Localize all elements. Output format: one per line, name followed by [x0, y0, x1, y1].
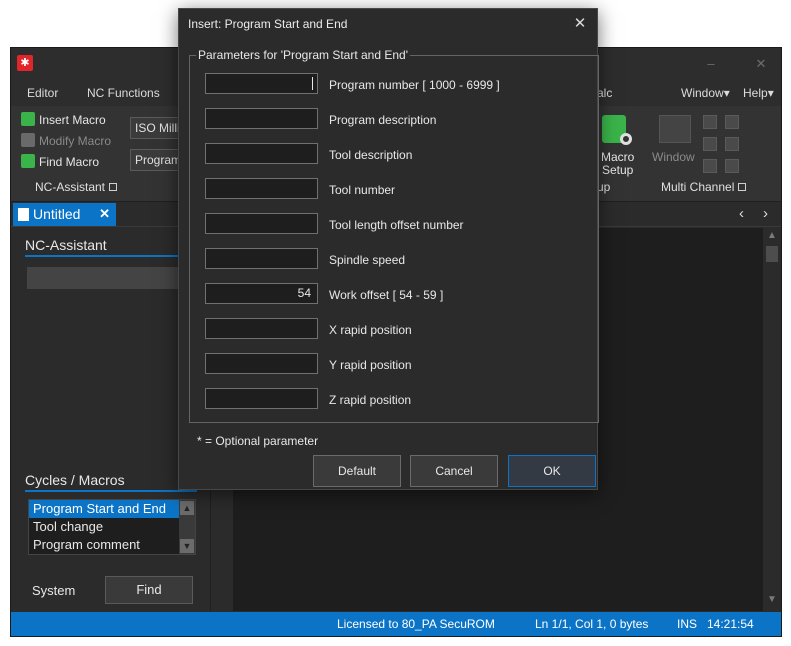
multi-channel-launcher-icon[interactable]	[738, 183, 747, 191]
z-rapid-label: Z rapid position	[329, 393, 412, 407]
scroll-up-icon[interactable]: ▲	[765, 230, 779, 244]
scroll-down-icon[interactable]: ▼	[180, 539, 194, 553]
scroll-up-icon[interactable]: ▲	[180, 501, 194, 515]
license-status: Licensed to 80_PA SecuROM	[337, 617, 495, 631]
cursor-position: Ln 1/1, Col 1, 0 bytes	[535, 617, 649, 631]
work-offset-input[interactable]: 54	[205, 283, 318, 304]
list-item[interactable]: Program Start and End	[29, 500, 179, 518]
menu-help[interactable]: Help▾	[743, 86, 774, 100]
modify-macro-icon	[21, 133, 35, 147]
close-tab-icon[interactable]: ✕	[99, 206, 110, 222]
nc-assistant-filter[interactable]	[27, 267, 197, 289]
menu-window[interactable]: Window▾	[681, 86, 730, 100]
find-button[interactable]: Find	[105, 576, 193, 604]
multi-channel-icon-4[interactable]	[725, 137, 739, 151]
spindle-speed-input[interactable]	[205, 248, 318, 269]
parameters-legend: Parameters for 'Program Start and End'	[196, 48, 411, 62]
y-rapid-label: Y rapid position	[329, 358, 412, 372]
menu-window-label: Window	[681, 86, 724, 100]
multi-channel-group-label: Multi Channel	[661, 180, 747, 194]
scroll-thumb[interactable]	[766, 246, 778, 262]
menu-editor[interactable]: Editor	[27, 86, 58, 100]
x-rapid-label: X rapid position	[329, 323, 412, 337]
status-bar: Licensed to 80_PA SecuROM Ln 1/1, Col 1,…	[11, 612, 781, 636]
document-icon	[18, 208, 29, 221]
x-rapid-input[interactable]	[205, 318, 318, 339]
menu-nc-functions[interactable]: NC Functions	[87, 86, 160, 100]
tool-number-input[interactable]	[205, 178, 318, 199]
tab-next-icon[interactable]: ›	[763, 205, 768, 222]
optional-parameter-note: * = Optional parameter	[197, 434, 319, 448]
multi-channel-icon-3[interactable]	[703, 137, 717, 151]
group-launcher-icon[interactable]	[109, 183, 118, 191]
tool-description-input[interactable]	[205, 143, 318, 164]
close-window-icon[interactable]: ✕	[751, 54, 771, 74]
dialog-titlebar: Insert: Program Start and End ✕	[179, 9, 597, 39]
list-scrollbar[interactable]: ▲ ▼	[179, 500, 195, 554]
minimize-icon[interactable]: –	[701, 54, 721, 74]
tool-length-offset-label: Tool length offset number	[329, 218, 464, 232]
ok-button[interactable]: OK	[508, 455, 596, 487]
insert-macro-label: Insert Macro	[39, 113, 106, 127]
cycles-list[interactable]: Program Start and End Tool change Progra…	[28, 499, 196, 555]
tool-length-offset-input[interactable]	[205, 213, 318, 234]
find-macro-icon	[21, 154, 35, 168]
list-item[interactable]: Program comment	[29, 536, 179, 554]
multi-channel-icon-6[interactable]	[725, 159, 739, 173]
menu-calc[interactable]: alc	[597, 86, 612, 100]
spindle-speed-label: Spindle speed	[329, 253, 406, 267]
multi-channel-group-text: Multi Channel	[661, 180, 735, 194]
nc-assistant-group-label: NC-Assistant	[35, 180, 118, 194]
program-description-input[interactable]	[205, 108, 318, 129]
scroll-down-icon[interactable]: ▼	[765, 594, 779, 608]
window-layout-icon[interactable]	[659, 115, 691, 143]
editor-scrollbar[interactable]: ▲ ▼	[763, 228, 781, 611]
insert-mode: INS	[677, 617, 698, 631]
modify-macro-label: Modify Macro	[39, 134, 112, 148]
default-button[interactable]: Default	[313, 455, 401, 487]
dialog-title: Insert: Program Start and End	[188, 17, 348, 31]
macro-setup-label[interactable]: Macro Setup	[601, 151, 634, 177]
insert-macro-icon	[21, 112, 35, 126]
program-number-input[interactable]	[205, 73, 318, 94]
window-button[interactable]: Window	[652, 150, 695, 164]
tool-number-label: Tool number	[329, 183, 396, 197]
setup-group-label: up	[597, 180, 611, 194]
program-description-label: Program description	[329, 113, 437, 127]
find-macro-label: Find Macro	[39, 155, 100, 169]
y-rapid-input[interactable]	[205, 353, 318, 374]
tab-untitled[interactable]: Untitled ✕	[13, 203, 116, 226]
multi-channel-icon-2[interactable]	[725, 115, 739, 129]
tab-title: Untitled	[33, 206, 81, 222]
tool-description-label: Tool description	[329, 148, 413, 162]
app-logo-icon: ✱	[17, 55, 33, 71]
work-offset-label: Work offset [ 54 - 59 ]	[329, 288, 444, 302]
cancel-button[interactable]: Cancel	[410, 455, 498, 487]
find-macro-button[interactable]: Find Macro	[21, 154, 99, 169]
close-icon[interactable]: ✕	[572, 14, 588, 32]
nc-assistant-group-text: NC-Assistant	[35, 180, 106, 194]
cycles-macros-title: Cycles / Macros	[25, 472, 197, 492]
multi-channel-icon-1[interactable]	[703, 115, 717, 129]
z-rapid-input[interactable]	[205, 388, 318, 409]
insert-macro-button[interactable]: Insert Macro	[21, 112, 106, 127]
list-item[interactable]: Tool change	[29, 518, 179, 536]
program-combo[interactable]: Program	[130, 149, 180, 171]
control-type-combo[interactable]: ISO Millin	[130, 117, 180, 139]
tab-prev-icon[interactable]: ‹	[739, 205, 744, 222]
clock: 14:21:54	[707, 617, 754, 631]
system-label: System	[32, 583, 76, 598]
multi-channel-icon-5[interactable]	[703, 159, 717, 173]
nc-assistant-title: NC-Assistant	[25, 237, 197, 257]
modify-macro-button[interactable]: Modify Macro	[21, 133, 111, 148]
insert-macro-dialog: Insert: Program Start and End ✕ Paramete…	[178, 8, 599, 490]
menu-help-label: Help	[743, 86, 768, 100]
program-number-label: Program number [ 1000 - 6999 ]	[329, 78, 500, 92]
gear-icon	[620, 133, 632, 145]
